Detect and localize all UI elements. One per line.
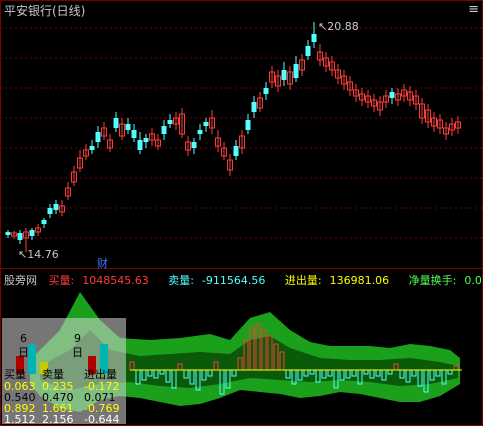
legend-left-unit: 日 <box>18 346 29 359</box>
high-price-label: ↖20.88 <box>318 20 359 33</box>
indicator-name[interactable]: 股旁网 <box>4 274 37 287</box>
flow-volume-readout: 进出量: 136981.06 <box>284 274 390 287</box>
legend-value-sell: 2.156 <box>42 413 74 426</box>
arrow-icon: ↖ <box>18 248 28 261</box>
sell-volume-readout: 卖量: -911564.56 <box>168 274 266 287</box>
indicator-header: 股旁网 买量: 1048545.63 卖量: -911564.56 进出量: 1369… <box>4 272 483 288</box>
menu-icon[interactable]: ≡ <box>468 2 479 17</box>
arrow-icon: ↖ <box>318 20 328 33</box>
low-price-label: ↖14.76 <box>18 248 59 261</box>
financial-event-marker[interactable]: 财 <box>97 255 108 271</box>
turnover-readout: 净量换手:0.07 <box>408 274 483 287</box>
legend-panel: 6 日 9 日 买量 卖量 进出量 0.063 0.235 -0.172 0.540 0… <box>2 318 126 426</box>
window-title: 平安银行(日线) <box>4 4 86 18</box>
panel-divider <box>0 268 483 269</box>
legend-right-unit: 日 <box>72 346 83 359</box>
legend-value-flow: -0.644 <box>84 413 120 426</box>
legend-value-buy: 1.512 <box>4 413 36 426</box>
buy-volume-readout: 买量: 1048545.63 <box>48 274 149 287</box>
